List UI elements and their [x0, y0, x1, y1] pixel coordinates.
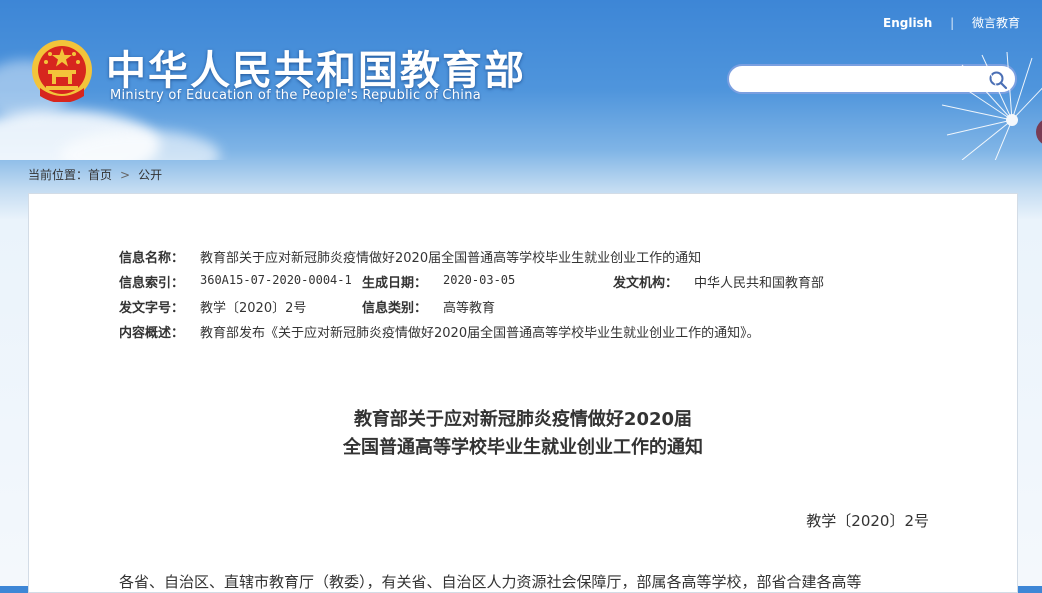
site-header: 中华人民共和国教育部 Ministry of Education of the …	[0, 0, 1042, 160]
breadcrumb-home-link[interactable]: 首页	[88, 168, 112, 182]
breadcrumb-current-link[interactable]: 公开	[138, 168, 162, 182]
info-name-label: 信息名称：	[119, 251, 185, 266]
summary-value: 教育部发布《关于应对新冠肺炎疫情做好2020届全国普通高等学校毕业生就业创业工作…	[200, 326, 760, 341]
breadcrumb: 当前位置：首页 > 公开	[28, 166, 162, 183]
breadcrumb-separator: >	[120, 168, 131, 182]
english-link[interactable]: English	[883, 16, 932, 30]
summary-label: 内容概述：	[119, 326, 185, 341]
category-label: 信息类别：	[362, 301, 428, 316]
info-name-value: 教育部关于应对新冠肺炎疫情做好2020届全国普通高等学校毕业生就业创业工作的通知	[200, 251, 702, 266]
national-emblem-icon[interactable]	[30, 38, 94, 102]
category-value: 高等教育	[443, 301, 496, 316]
document-body-line: 各省、自治区、直辖市教育厅（教委），有关省、自治区人力资源社会保障厅，部属各高等…	[119, 573, 862, 591]
doc-no-label: 发文字号：	[119, 301, 185, 316]
issuer-label: 发文机构：	[613, 276, 679, 291]
top-links: English | 微言教育	[883, 14, 1020, 31]
weixin-link[interactable]: 微言教育	[972, 16, 1020, 30]
site-subtitle: Ministry of Education of the People's Re…	[110, 88, 482, 103]
content-panel: 信息名称： 教育部关于应对新冠肺炎疫情做好2020届全国普通高等学校毕业生就业创…	[28, 193, 1018, 593]
dandelion-decoration-icon	[941, 51, 1042, 160]
link-separator: |	[950, 16, 955, 30]
breadcrumb-prefix: 当前位置：	[28, 168, 89, 182]
document-title-line-2: 全国普通高等学校毕业生就业创业工作的通知	[343, 437, 703, 458]
document-title: 教育部关于应对新冠肺炎疫情做好2020届 全国普通高等学校毕业生就业创业工作的通…	[29, 406, 1017, 462]
document-title-line-1: 教育部关于应对新冠肺炎疫情做好2020届	[353, 409, 693, 430]
issuer-value: 中华人民共和国教育部	[694, 276, 825, 291]
info-index-value: 360A15-07-2020-0004-1	[200, 273, 352, 287]
doc-no-value: 教学〔2020〕2号	[200, 301, 307, 316]
info-index-label: 信息索引：	[119, 276, 185, 291]
date-value: 2020-03-05	[443, 273, 516, 287]
document-number: 教学〔2020〕2号	[806, 512, 929, 530]
date-label: 生成日期：	[362, 276, 428, 291]
